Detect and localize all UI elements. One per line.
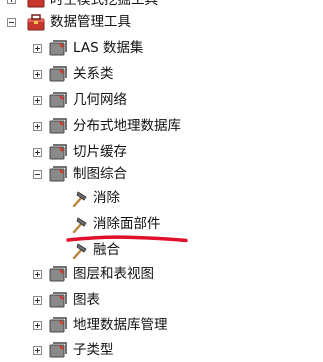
- tree-item-label: LAS 数据集: [73, 40, 144, 56]
- toolset-icon: [49, 118, 67, 134]
- tree-item-label: 图表: [73, 292, 100, 308]
- expand-toggle[interactable]: [33, 44, 42, 53]
- toolset-icon: [49, 40, 67, 56]
- tree-item-geodatabase-administration[interactable]: 地理数据库管理: [0, 313, 220, 337]
- expand-toggle[interactable]: [33, 148, 42, 157]
- tree-item-label: 数据管理工具: [50, 14, 131, 30]
- tree-item-label: 消除: [93, 190, 120, 206]
- expand-toggle[interactable]: [33, 96, 42, 105]
- tree-item-label: 融合: [93, 242, 120, 258]
- collapse-toggle[interactable]: [33, 170, 42, 179]
- tree-item-label: 制图综合: [73, 166, 127, 182]
- tool-item-eliminate-polygon-part[interactable]: 消除面部件: [0, 212, 200, 236]
- expand-toggle[interactable]: [33, 296, 42, 305]
- toolset-icon: [49, 166, 67, 182]
- expand-toggle[interactable]: [33, 122, 42, 131]
- tree-item-label: 子类型: [73, 342, 114, 358]
- tree-item-label: 切片缓存: [73, 144, 127, 160]
- tree-item-distributed-geodatabase[interactable]: 分布式地理数据库: [0, 114, 230, 138]
- expand-toggle[interactable]: [33, 346, 42, 355]
- toolbox-icon: [27, 14, 45, 31]
- tool-item-dissolve[interactable]: 融合: [0, 238, 200, 262]
- tree-item-las-dataset[interactable]: LAS 数据集: [0, 36, 200, 60]
- tree-item-tile-cache[interactable]: 切片缓存: [0, 140, 200, 164]
- toolset-icon: [49, 66, 67, 82]
- toolset-icon: [49, 292, 67, 308]
- hammer-icon: [72, 217, 87, 234]
- toolset-icon: [49, 317, 67, 333]
- toolset-icon: [49, 266, 67, 282]
- tree-item-layers-and-table-views[interactable]: 图层和表视图: [0, 262, 200, 286]
- tree-item-label: 图层和表视图: [73, 266, 154, 282]
- tree-item-label: 分布式地理数据库: [73, 118, 181, 134]
- expand-toggle[interactable]: [33, 70, 42, 79]
- tree-item-data-management-tools[interactable]: 数据管理工具: [0, 10, 200, 34]
- tree-item-label: 时空模式挖掘工具: [50, 0, 158, 8]
- tree-item-label: 关系类: [73, 66, 114, 82]
- tree-item-label: 几何网络: [73, 92, 127, 108]
- tree-item-relationship-class[interactable]: 关系类: [0, 62, 200, 86]
- tree-item-label: 消除面部件: [93, 216, 161, 232]
- collapse-toggle[interactable]: [7, 18, 16, 27]
- tree-item-generalization[interactable]: 制图综合: [0, 162, 200, 186]
- hammer-icon: [72, 243, 87, 260]
- toolset-icon: [49, 144, 67, 160]
- tree-item-geometric-network[interactable]: 几何网络: [0, 88, 200, 112]
- hammer-icon: [72, 191, 87, 208]
- expand-toggle[interactable]: [7, 0, 16, 4]
- toolset-icon: [49, 92, 67, 108]
- toolbox-tree: 时空模式挖掘工具 数据管理工具 LAS 数据集 关系类 几何网络 分布式地理数据…: [0, 0, 323, 358]
- tree-item-label: 地理数据库管理: [73, 317, 168, 333]
- tool-item-eliminate[interactable]: 消除: [0, 186, 200, 210]
- toolset-icon: [49, 342, 67, 358]
- expand-toggle[interactable]: [33, 270, 42, 279]
- tree-item-graph[interactable]: 图表: [0, 288, 200, 312]
- toolbox-icon: [27, 0, 45, 8]
- expand-toggle[interactable]: [33, 321, 42, 330]
- tree-item-subtypes[interactable]: 子类型: [0, 338, 200, 362]
